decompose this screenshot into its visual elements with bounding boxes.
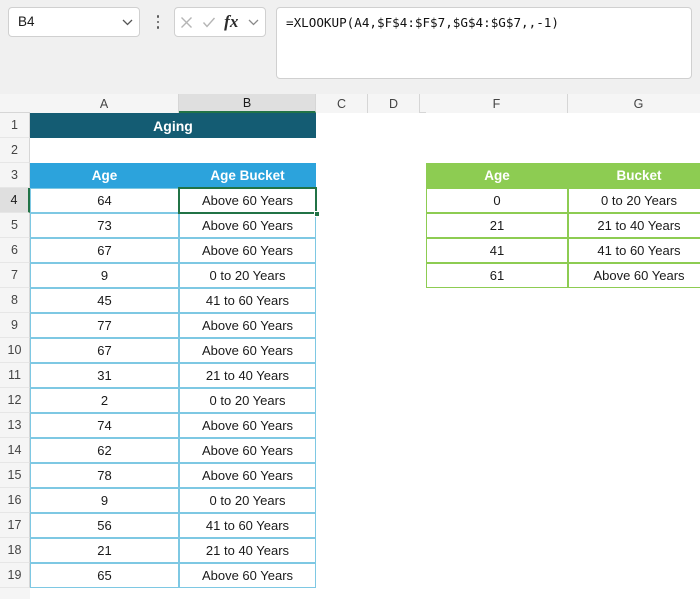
lookup-table-cell-bucket-5[interactable]: 21 to 40 Years xyxy=(568,213,700,238)
chevron-down-icon[interactable] xyxy=(243,8,266,36)
fx-icon[interactable]: fx xyxy=(220,8,243,36)
left-table-cell-age-17[interactable]: 56 xyxy=(30,513,179,538)
left-table-cell-age-7[interactable]: 9 xyxy=(30,263,179,288)
column-header-b[interactable]: B xyxy=(179,94,316,113)
dot xyxy=(156,20,160,24)
row-header-10[interactable]: 10 xyxy=(0,338,30,363)
left-table-cell-bucket-15[interactable]: Above 60 Years xyxy=(179,463,316,488)
lookup-table-header-bucket[interactable]: Bucket xyxy=(568,163,700,188)
row-header-14[interactable]: 14 xyxy=(0,438,30,463)
fx-label: fx xyxy=(224,12,239,31)
left-table-cell-bucket-4[interactable]: Above 60 Years xyxy=(179,188,316,213)
left-table-cell-bucket-10[interactable]: Above 60 Years xyxy=(179,338,316,363)
dot xyxy=(156,26,160,29)
row-header-4[interactable]: 4 xyxy=(0,188,30,213)
row-header-9[interactable]: 9 xyxy=(0,313,30,338)
left-table-header-age-bucket[interactable]: Age Bucket xyxy=(179,163,316,188)
check-icon[interactable] xyxy=(198,8,221,36)
column-header-a[interactable]: A xyxy=(30,94,179,113)
left-table-cell-age-19[interactable]: 65 xyxy=(30,563,179,588)
left-table-cell-age-6[interactable]: 67 xyxy=(30,238,179,263)
row-header-2[interactable]: 2 xyxy=(0,138,30,163)
left-table-cell-age-14[interactable]: 62 xyxy=(30,438,179,463)
left-table-cell-bucket-17[interactable]: 41 to 60 Years xyxy=(179,513,316,538)
dot xyxy=(156,15,160,18)
column-header-c[interactable]: C xyxy=(316,94,368,113)
lookup-table-cell-age-4[interactable]: 0 xyxy=(426,188,568,213)
fill-handle[interactable] xyxy=(314,211,320,217)
left-table-cell-age-4[interactable]: 64 xyxy=(30,188,179,213)
left-table-cell-bucket-18[interactable]: 21 to 40 Years xyxy=(179,538,316,563)
left-table-cell-age-13[interactable]: 74 xyxy=(30,413,179,438)
left-table-cell-age-12[interactable]: 2 xyxy=(30,388,179,413)
lookup-table-cell-bucket-7[interactable]: Above 60 Years xyxy=(568,263,700,288)
more-vertical-icon[interactable] xyxy=(150,7,166,37)
left-table-cell-age-8[interactable]: 45 xyxy=(30,288,179,313)
row-header-8[interactable]: 8 xyxy=(0,288,30,313)
row-header-13[interactable]: 13 xyxy=(0,413,30,438)
row-header-15[interactable]: 15 xyxy=(0,463,30,488)
row-header-17[interactable]: 17 xyxy=(0,513,30,538)
lookup-table-cell-bucket-4[interactable]: 0 to 20 Years xyxy=(568,188,700,213)
formula-bar-region: B4 fx =XLOOKUP(A4,$F$4:$F$7,$G$4:$G$7,,-… xyxy=(0,0,700,94)
left-table-cell-bucket-8[interactable]: 41 to 60 Years xyxy=(179,288,316,313)
row-header-5[interactable]: 5 xyxy=(0,213,30,238)
left-table-cell-bucket-6[interactable]: Above 60 Years xyxy=(179,238,316,263)
column-headers: ABCDFG xyxy=(0,94,700,113)
formula-input[interactable]: =XLOOKUP(A4,$F$4:$F$7,$G$4:$G$7,,-1) xyxy=(276,7,692,79)
name-box-value: B4 xyxy=(18,14,35,30)
left-table-cell-bucket-9[interactable]: Above 60 Years xyxy=(179,313,316,338)
left-table-cell-bucket-5[interactable]: Above 60 Years xyxy=(179,213,316,238)
left-table-cell-bucket-19[interactable]: Above 60 Years xyxy=(179,563,316,588)
left-table-cell-age-18[interactable]: 21 xyxy=(30,538,179,563)
left-table-header-age[interactable]: Age xyxy=(30,163,179,188)
left-table-cell-bucket-7[interactable]: 0 to 20 Years xyxy=(179,263,316,288)
lookup-table-cell-bucket-6[interactable]: 41 to 60 Years xyxy=(568,238,700,263)
left-table-cell-age-10[interactable]: 67 xyxy=(30,338,179,363)
column-header-g[interactable]: G xyxy=(568,94,700,113)
row-headers: 1 2 3 4 5 6 7 8 9 10 11 12 13 14 15 16 17 18 19 xyxy=(0,113,30,599)
lookup-table-cell-age-5[interactable]: 21 xyxy=(426,213,568,238)
row-header-3[interactable]: 3 xyxy=(0,163,30,188)
left-table-cell-bucket-11[interactable]: 21 to 40 Years xyxy=(179,363,316,388)
left-table-cell-age-9[interactable]: 77 xyxy=(30,313,179,338)
left-table-cell-bucket-14[interactable]: Above 60 Years xyxy=(179,438,316,463)
row-header-11[interactable]: 11 xyxy=(0,363,30,388)
left-table-cell-bucket-12[interactable]: 0 to 20 Years xyxy=(179,388,316,413)
chevron-down-icon[interactable] xyxy=(115,8,139,36)
left-table-cell-age-11[interactable]: 31 xyxy=(30,363,179,388)
row-header-6[interactable]: 6 xyxy=(0,238,30,263)
formula-controls: fx xyxy=(174,7,266,37)
row-header-1[interactable]: 1 xyxy=(0,113,30,138)
column-header-f[interactable]: F xyxy=(426,94,568,113)
row-header-18[interactable]: 18 xyxy=(0,538,30,563)
row-header-16[interactable]: 16 xyxy=(0,488,30,513)
column-header-d[interactable]: D xyxy=(368,94,420,113)
row-header-12[interactable]: 12 xyxy=(0,388,30,413)
left-table-cell-bucket-13[interactable]: Above 60 Years xyxy=(179,413,316,438)
spreadsheet-grid: ABCDFG 1 2 3 4 5 6 7 8 9 10 11 12 13 14 15 16 17 18 19 Agi… xyxy=(0,94,700,599)
left-table-cell-age-16[interactable]: 9 xyxy=(30,488,179,513)
left-table-cell-age-5[interactable]: 73 xyxy=(30,213,179,238)
left-table-cell-age-15[interactable]: 78 xyxy=(30,463,179,488)
title-banner-aging[interactable]: Aging xyxy=(30,113,316,138)
close-icon[interactable] xyxy=(175,8,198,36)
cell-area: Aging Age Age Bucket 64 Above 60 Years 73 Abov… xyxy=(30,113,700,599)
name-box[interactable]: B4 xyxy=(8,7,140,37)
formula-text: =XLOOKUP(A4,$F$4:$F$7,$G$4:$G$7,,-1) xyxy=(286,15,559,30)
lookup-table-cell-age-6[interactable]: 41 xyxy=(426,238,568,263)
lookup-table-cell-age-7[interactable]: 61 xyxy=(426,263,568,288)
left-table-cell-bucket-16[interactable]: 0 to 20 Years xyxy=(179,488,316,513)
row-header-7[interactable]: 7 xyxy=(0,263,30,288)
row-header-19[interactable]: 19 xyxy=(0,563,30,588)
lookup-table-header-age[interactable]: Age xyxy=(426,163,568,188)
